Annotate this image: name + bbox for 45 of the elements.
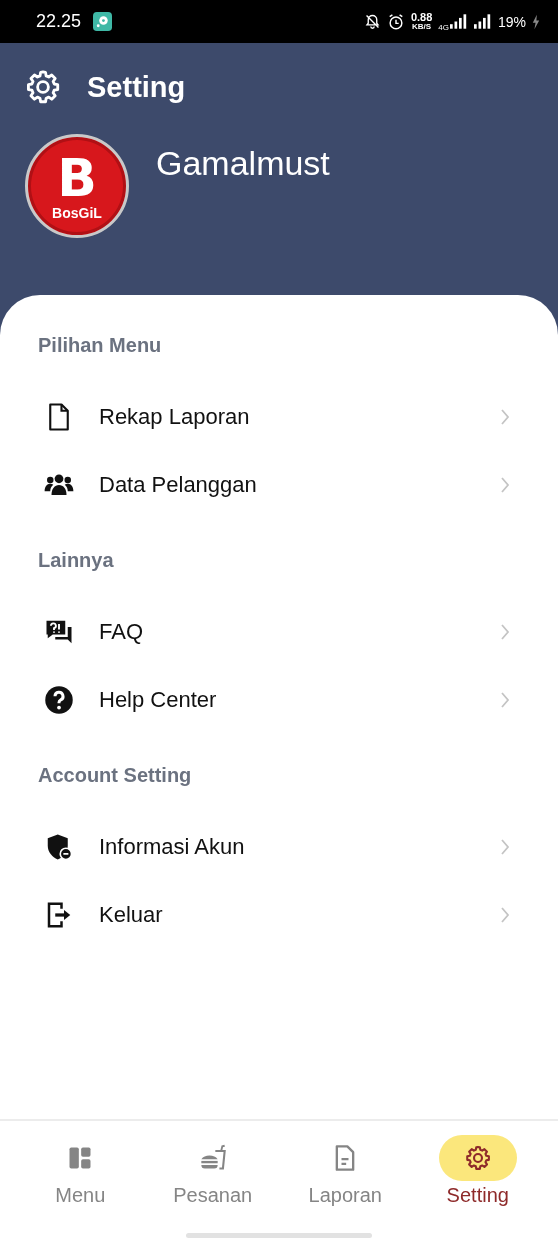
- chevron-right-icon: [500, 691, 510, 709]
- page-title: Setting: [87, 70, 186, 104]
- menu-item-label: Help Center: [99, 687, 218, 713]
- menu-item[interactable]: Data Pelanggan: [0, 451, 558, 519]
- settings-icon: [24, 68, 62, 106]
- app-notification-icon: [93, 12, 113, 31]
- menu-item-label: Informasi Akun: [99, 834, 246, 860]
- menu-item-label: FAQ: [99, 619, 144, 645]
- section-heading: Pilihan Menu: [37, 333, 163, 358]
- burger-drink-icon: [198, 1144, 227, 1172]
- nav-tab[interactable]: Pesanan: [157, 1135, 268, 1207]
- help-icon: [44, 685, 74, 715]
- menu-item-label: Rekap Laporan: [99, 404, 251, 430]
- alarm-clock-icon: [386, 12, 405, 31]
- section-heading: Account Setting: [37, 763, 193, 788]
- signal-icon: [473, 14, 492, 29]
- signal-icon: [449, 14, 468, 29]
- menu-item[interactable]: Help Center: [0, 666, 558, 734]
- charging-bolt-icon: [532, 13, 540, 30]
- settings-icon: [463, 1144, 492, 1172]
- chevron-right-icon: [500, 838, 510, 856]
- nav-tab[interactable]: Menu: [25, 1135, 136, 1207]
- menu-item[interactable]: Keluar: [0, 881, 558, 949]
- nav-tab[interactable]: Setting: [422, 1135, 533, 1207]
- clock-time: 22.25: [36, 11, 82, 32]
- menu-item[interactable]: Informasi Akun: [0, 813, 558, 881]
- chevron-right-icon: [500, 476, 510, 494]
- chevron-right-icon: [500, 623, 510, 641]
- speed-unit: KB/S: [412, 23, 432, 31]
- logo-text: BosGiL: [52, 206, 102, 220]
- logo-letter: B: [57, 152, 97, 204]
- menu-item[interactable]: Rekap Laporan: [0, 383, 558, 451]
- bell-muted-icon: [363, 13, 381, 30]
- chevron-right-icon: [500, 408, 510, 426]
- home-indicator[interactable]: [186, 1233, 372, 1238]
- menu-item-label: Data Pelanggan: [99, 472, 258, 498]
- data-speed: 0.88: [410, 12, 433, 23]
- menu-item-label: Keluar: [99, 902, 164, 928]
- network-type: 4G: [438, 23, 449, 32]
- nav-tab[interactable]: Laporan: [290, 1135, 401, 1207]
- menu-item[interactable]: FAQ: [0, 598, 558, 666]
- battery-level: 19%: [497, 13, 526, 30]
- section-heading: Lainnya: [37, 548, 115, 573]
- chevron-right-icon: [500, 906, 510, 924]
- user-name: Gamalmust: [156, 144, 330, 183]
